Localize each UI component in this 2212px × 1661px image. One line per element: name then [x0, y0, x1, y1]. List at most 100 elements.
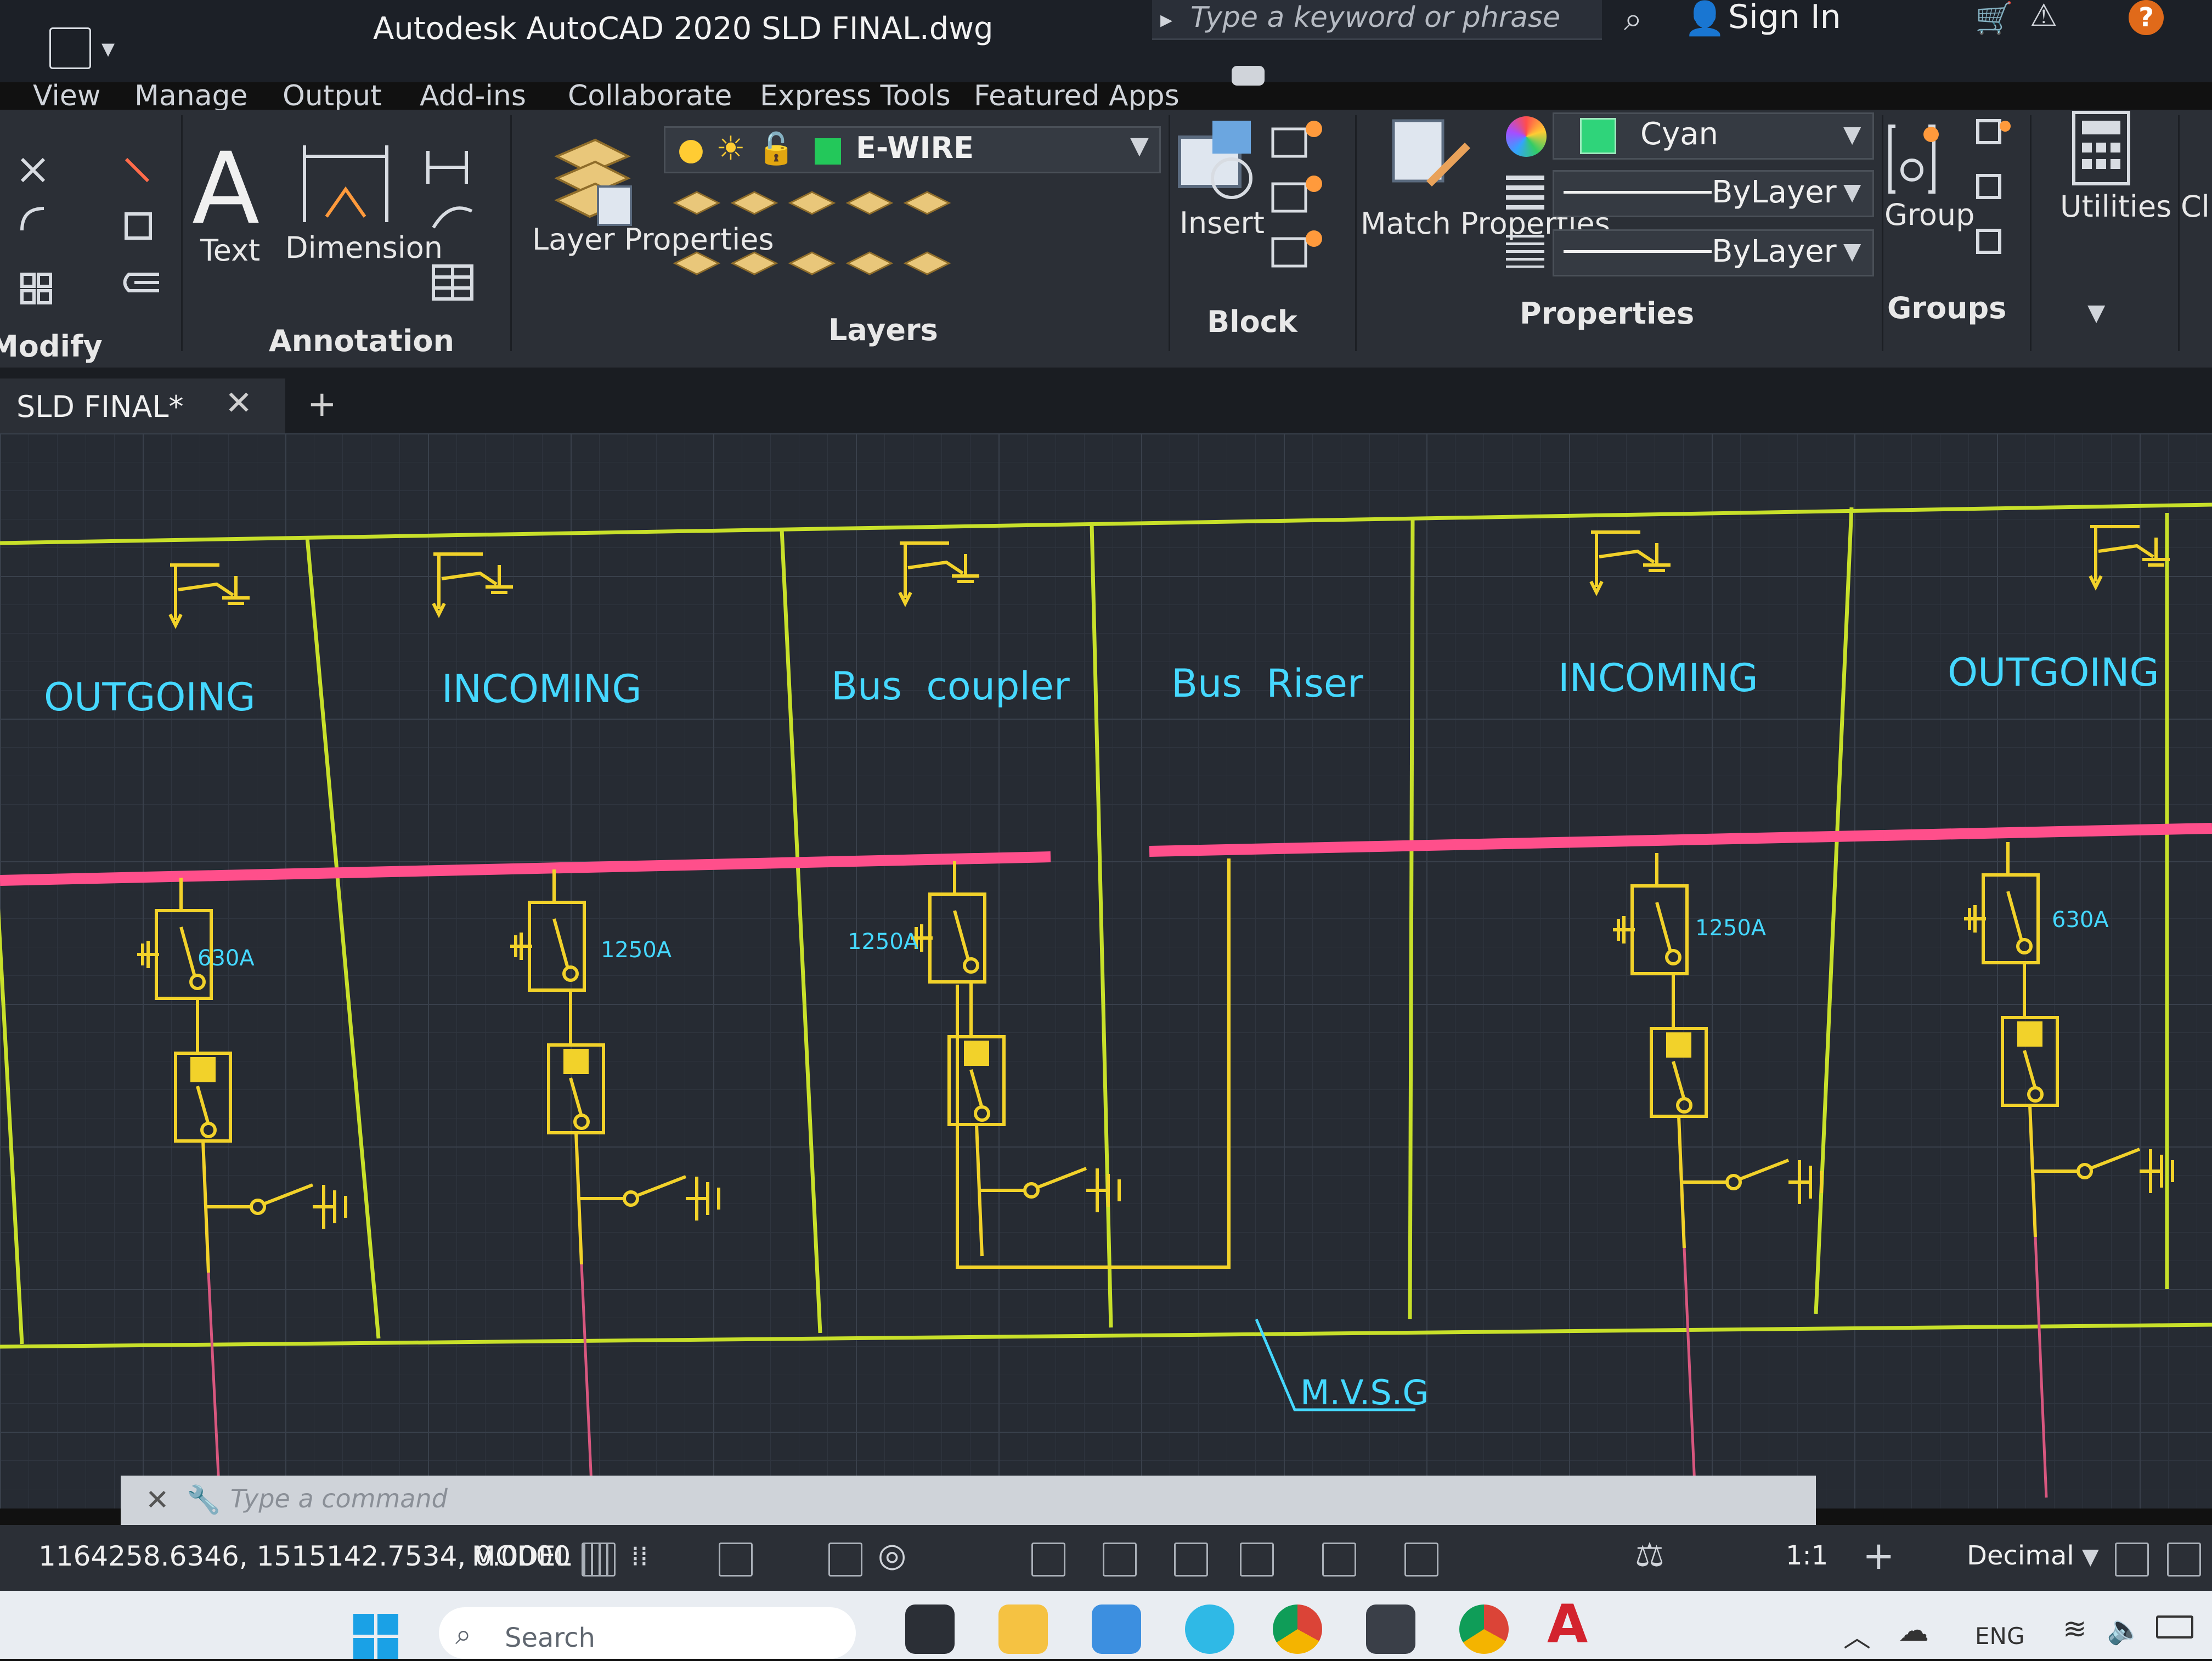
close-command-line-icon[interactable]: ✕: [145, 1484, 170, 1517]
tray-chevron-icon[interactable]: ︿: [1843, 1615, 1871, 1655]
document-tab-label[interactable]: SLD FINAL*: [16, 389, 184, 424]
osnap-icon[interactable]: ◎: [878, 1536, 906, 1574]
dimension-button-label[interactable]: Dimension: [285, 230, 443, 265]
tab-featured-apps[interactable]: Featured Apps: [974, 80, 1180, 112]
match-properties-label[interactable]: Match Properties: [1361, 206, 1610, 242]
close-tab-icon[interactable]: ✕: [225, 384, 252, 422]
cloud-icon[interactable]: ☁: [1898, 1613, 1929, 1648]
annotation-small-tools[interactable]: [422, 140, 499, 304]
sign-in-button[interactable]: Sign In: [1728, 0, 1841, 36]
utilities-button-label[interactable]: Utilities: [2060, 189, 2171, 224]
layer-on-icon[interactable]: ●: [678, 132, 704, 167]
widget-app-icon[interactable]: [1092, 1604, 1141, 1654]
search-icon: ⌕: [455, 1618, 472, 1651]
switchgear-name-label: M.V.S.G: [1300, 1372, 1429, 1413]
annotation-monitor-icon[interactable]: [1404, 1543, 1438, 1577]
modify-tools[interactable]: [11, 148, 176, 324]
tab-add-ins[interactable]: Add-ins: [420, 80, 526, 112]
annotation-scale-value[interactable]: 1:1: [1786, 1540, 1828, 1571]
annotation-scale-icon[interactable]: ⚖: [1635, 1536, 1664, 1574]
battery-icon[interactable]: [2156, 1615, 2193, 1639]
text-button-label[interactable]: Text: [200, 233, 260, 268]
qat-dropdown-icon[interactable]: ▾: [101, 33, 115, 64]
groups-panel-title[interactable]: Groups: [1887, 291, 2006, 325]
tab-manage[interactable]: Manage: [134, 80, 248, 112]
annotation-panel-title[interactable]: Annotation: [269, 324, 454, 358]
linetype-icon[interactable]: [1506, 235, 1544, 268]
lineweight-toggle-icon[interactable]: [1031, 1543, 1065, 1577]
group-button-label[interactable]: Group: [1884, 197, 1974, 232]
layer-thaw-icon[interactable]: ☀: [716, 129, 746, 168]
cable-line-5: [2034, 1236, 2048, 1498]
chrome-profile-icon[interactable]: [1459, 1604, 1509, 1654]
feeder-2: [510, 869, 720, 1265]
binoculars-icon[interactable]: ⌕: [1624, 0, 1643, 38]
selection-cycling-icon[interactable]: [1174, 1543, 1208, 1577]
tab-view[interactable]: View: [33, 80, 100, 112]
feeder-1: [137, 878, 347, 1273]
tab-express-tools[interactable]: Express Tools: [760, 80, 951, 112]
ortho-icon[interactable]: [719, 1543, 753, 1577]
group-tools[interactable]: [1884, 115, 2027, 274]
save-icon[interactable]: [49, 27, 91, 69]
edge-browser-icon[interactable]: [1185, 1604, 1234, 1654]
units-value[interactable]: Decimal: [1967, 1540, 2074, 1571]
add-icon[interactable]: +: [1863, 1533, 1895, 1578]
utilities-dropdown-arrow-icon[interactable]: ▼: [2087, 299, 2105, 326]
wifi-icon[interactable]: ≋: [2063, 1613, 2087, 1646]
layer-dropdown-arrow-icon[interactable]: ▼: [1130, 132, 1149, 160]
chrome-browser-icon[interactable]: [1273, 1604, 1322, 1654]
wrench-icon[interactable]: 🔧: [187, 1484, 221, 1516]
clipboard-button-label[interactable]: Cli: [2181, 189, 2212, 224]
layers-panel-title[interactable]: Layers: [828, 313, 938, 347]
snap-icon[interactable]: ⁞⁞: [631, 1540, 648, 1572]
block-tools[interactable]: [1267, 118, 1339, 288]
model-space-button[interactable]: MODEL: [472, 1540, 571, 1572]
lineweight-dropdown-arrow-icon[interactable]: ▼: [1843, 238, 1861, 264]
exchange-icon[interactable]: ⚠: [2030, 0, 2057, 33]
polar-icon[interactable]: [828, 1543, 862, 1577]
help-icon[interactable]: ?: [2129, 0, 2164, 35]
color-wheel-icon[interactable]: [1506, 116, 1547, 157]
insert-button-label[interactable]: Insert: [1180, 206, 1265, 240]
cart-icon[interactable]: 🛒: [1975, 0, 2013, 36]
transparency-icon[interactable]: [1103, 1543, 1137, 1577]
windows-start-icon[interactable]: [351, 1612, 400, 1661]
layer-unlock-icon[interactable]: 🔓: [757, 131, 795, 167]
language-indicator[interactable]: ENG: [1975, 1623, 2025, 1649]
3d-osnap-icon[interactable]: [1240, 1543, 1274, 1577]
tab-collaborate[interactable]: Collaborate: [568, 80, 732, 112]
color-dropdown-arrow-icon[interactable]: ▼: [1843, 121, 1861, 148]
rating-outgoing-1: 630A: [198, 946, 255, 971]
ansys-app-icon[interactable]: [1366, 1604, 1415, 1654]
dynamic-ucs-icon[interactable]: [1322, 1543, 1356, 1577]
match-properties-icon[interactable]: [1388, 115, 1470, 203]
cable-line-4: [1683, 1247, 1697, 1498]
volume-icon[interactable]: 🔈: [2107, 1613, 2142, 1646]
search-arrow-icon: ▸: [1160, 5, 1173, 33]
linetype-dropdown-arrow-icon[interactable]: ▼: [1843, 178, 1861, 205]
tab-output[interactable]: Output: [283, 80, 382, 112]
file-explorer-icon[interactable]: [998, 1604, 1048, 1654]
taskbar-search-input[interactable]: [439, 1607, 856, 1659]
task-view-icon[interactable]: [905, 1604, 955, 1654]
properties-panel-title[interactable]: Properties: [1520, 296, 1694, 331]
ribbon-toggle-icon[interactable]: [1232, 66, 1265, 86]
layer-properties-icon[interactable]: [546, 134, 634, 228]
insert-block-icon[interactable]: [1174, 115, 1262, 203]
calculator-icon[interactable]: [2068, 107, 2134, 189]
layer-properties-label[interactable]: Layer Properties: [532, 222, 774, 257]
layer-tools[interactable]: [669, 187, 955, 302]
autocad-app-icon[interactable]: A: [1547, 1594, 1588, 1655]
customize-icon[interactable]: [2167, 1543, 2201, 1577]
grid-toggle-icon[interactable]: [582, 1543, 616, 1577]
dimension-icon[interactable]: [299, 140, 392, 228]
modify-panel-title[interactable]: Modify: [0, 329, 103, 364]
lineweight-icon[interactable]: [1506, 176, 1544, 214]
panel-label-incoming-2: INCOMING: [1558, 656, 1758, 700]
quick-properties-icon[interactable]: [2115, 1543, 2149, 1577]
units-dropdown-arrow-icon[interactable]: ▼: [2082, 1544, 2099, 1569]
text-icon[interactable]: A: [192, 140, 259, 239]
block-panel-title[interactable]: Block: [1207, 304, 1297, 339]
new-tab-button[interactable]: +: [307, 384, 337, 425]
